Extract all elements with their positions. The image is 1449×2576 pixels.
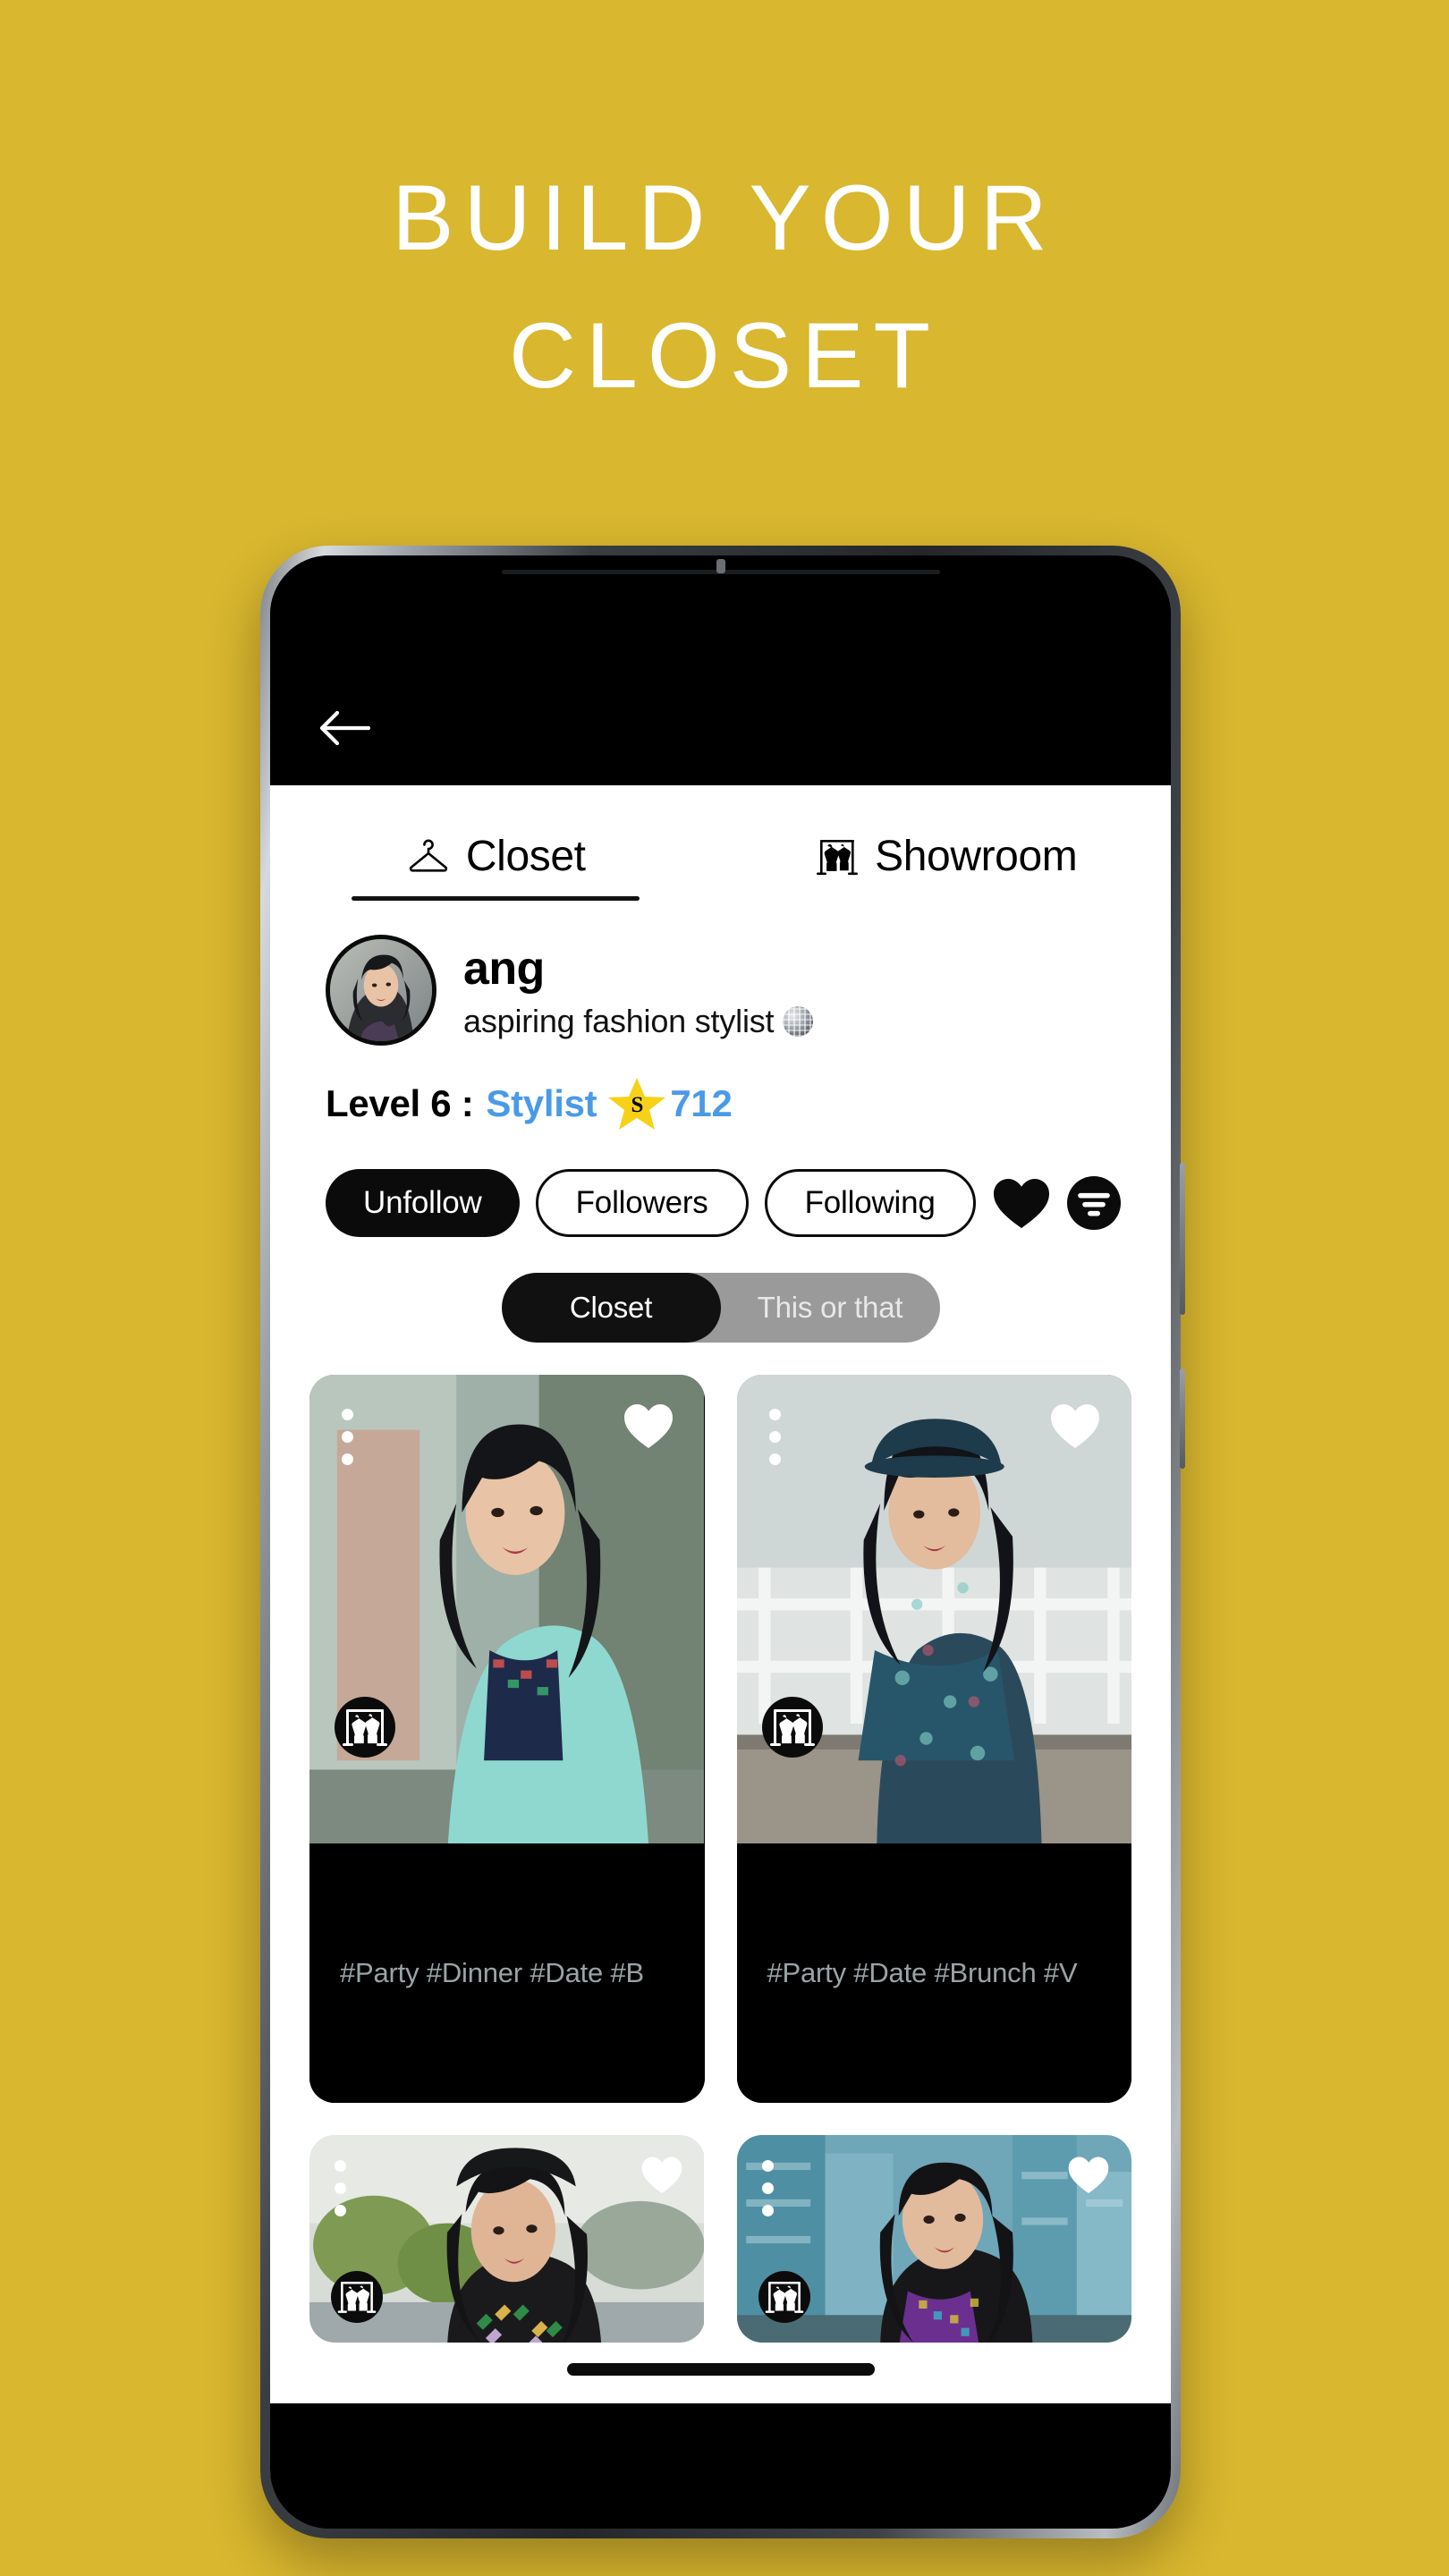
power-button[interactable] [1180, 1368, 1185, 1469]
promo-headline: BUILD YOUR CLOSET [0, 150, 1449, 426]
tab-bar: Closet Showroom [270, 785, 1171, 901]
heart-filled-icon[interactable] [623, 1402, 674, 1450]
tab-closet[interactable]: Closet [270, 832, 721, 901]
content-type-toggle: Closet This or that [501, 1273, 940, 1343]
profile-text: ang aspiring fashion stylist [463, 935, 814, 1040]
front-camera-icon [716, 559, 725, 573]
clothing-rack-icon [814, 834, 860, 880]
tab-showroom[interactable]: Showroom [721, 832, 1172, 901]
star-badge-icon: S [607, 1076, 666, 1131]
heart-filled-icon[interactable] [640, 2155, 683, 2194]
headline-line-1: BUILD YOUR [392, 166, 1057, 270]
card-photo[interactable] [736, 2135, 1132, 2343]
card-hashtags: #Party #Dinner #Date #B [309, 1843, 705, 2103]
level-row: Level 6 : Stylist S 712 [270, 1046, 1171, 1131]
card-photo[interactable] [736, 1375, 1132, 1843]
segment-closet[interactable]: Closet [501, 1273, 721, 1343]
avatar[interactable] [326, 935, 436, 1046]
disco-ball-emoji [783, 1006, 814, 1038]
closet-card[interactable] [736, 2135, 1132, 2343]
followers-button[interactable]: Followers [535, 1169, 749, 1237]
more-options-icon[interactable] [335, 2160, 346, 2216]
profile-bio-text: aspiring fashion stylist [463, 1003, 775, 1040]
profile-header: ang aspiring fashion stylist [270, 901, 1171, 1046]
closet-card[interactable]: #Party #Dinner #Date #B [309, 1375, 705, 2103]
level-rank[interactable]: Stylist [486, 1082, 597, 1125]
card-photo[interactable] [309, 1375, 705, 1843]
volume-button[interactable] [1180, 1163, 1185, 1315]
headline-line-2: CLOSET [508, 303, 941, 408]
bottom-bezel [270, 2403, 1171, 2476]
level-prefix: Level 6 : [326, 1082, 474, 1124]
app-bar [270, 555, 1171, 785]
star-letter: S [631, 1092, 644, 1117]
card-photo[interactable] [309, 2135, 705, 2343]
profile-actions: Unfollow Followers Following [270, 1131, 1171, 1237]
card-hashtags: #Party #Date #Brunch #V [736, 1843, 1131, 2103]
clothing-rack-icon[interactable] [335, 1697, 395, 1758]
more-options-icon[interactable] [768, 1409, 781, 1465]
back-arrow-icon[interactable] [318, 706, 371, 750]
heart-filled-icon[interactable] [1067, 2155, 1110, 2194]
home-indicator[interactable] [566, 2363, 875, 2376]
closet-grid: #Party #Dinner #Date #B #Party #Date #Br… [270, 1343, 1171, 2343]
more-options-icon[interactable] [342, 1409, 353, 1465]
hanger-icon [405, 834, 452, 880]
clothing-rack-icon[interactable] [758, 2271, 810, 2323]
more-options-icon[interactable] [761, 2160, 774, 2216]
clothing-rack-icon[interactable] [331, 2271, 383, 2323]
app-screen: Closet Showroom ang aspiring fashion sty… [270, 785, 1171, 2476]
phone-mockup: Closet Showroom ang aspiring fashion sty… [260, 546, 1185, 2538]
level-points: 712 [670, 1082, 733, 1124]
heart-filled-icon[interactable] [1049, 1402, 1101, 1450]
unfollow-button[interactable]: Unfollow [326, 1169, 520, 1237]
heart-filled-icon[interactable] [992, 1174, 1051, 1233]
filter-icon[interactable] [1066, 1176, 1121, 1230]
tab-showroom-label: Showroom [875, 833, 1078, 880]
username: ang [463, 943, 545, 995]
following-button[interactable]: Following [764, 1169, 976, 1237]
profile-bio: aspiring fashion stylist [463, 1003, 814, 1040]
clothing-rack-icon[interactable] [761, 1697, 823, 1758]
segment-this-or-that[interactable]: This or that [721, 1273, 940, 1343]
closet-card[interactable] [309, 2135, 705, 2343]
tab-closet-label: Closet [465, 833, 586, 880]
closet-card[interactable]: #Party #Date #Brunch #V [736, 1375, 1132, 2103]
phone-screen: Closet Showroom ang aspiring fashion sty… [270, 555, 1171, 2529]
